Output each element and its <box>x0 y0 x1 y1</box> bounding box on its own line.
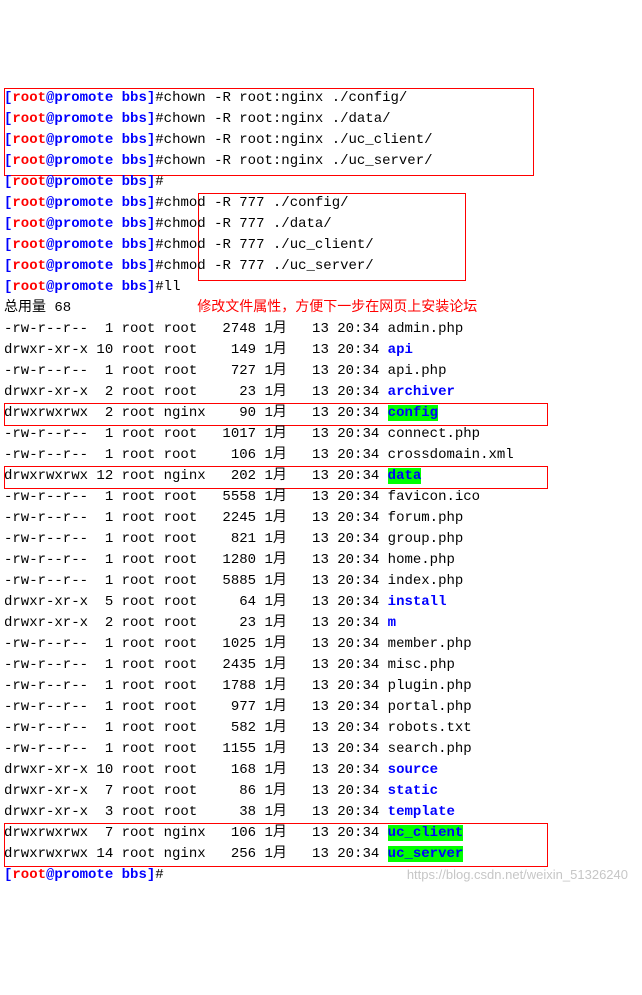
command-text: chown -R root:nginx ./uc_server/ <box>164 153 433 169</box>
listing-row: drwxr-xr-x 5 root root 64 1月 13 20:34 in… <box>4 592 638 613</box>
chown-cmd-line: [root@promote bbs]#chown -R root:nginx .… <box>4 109 638 130</box>
chmod-cmd-line: [root@promote bbs]#chmod -R 777 ./uc_cli… <box>4 235 638 256</box>
chown-cmd-line: [root@promote bbs]#chown -R root:nginx .… <box>4 88 638 109</box>
file-name: install <box>388 594 447 610</box>
empty-prompt: [root@promote bbs]# <box>4 172 638 193</box>
file-name: static <box>388 783 438 799</box>
file-name: home.php <box>388 552 455 568</box>
chmod-cmd-line: [root@promote bbs]#chmod -R 777 ./uc_ser… <box>4 256 638 277</box>
file-name: data <box>388 468 422 484</box>
file-name: portal.php <box>388 699 472 715</box>
command-text: chown -R root:nginx ./data/ <box>164 111 391 127</box>
listing-row: -rw-r--r-- 1 root root 821 1月 13 20:34 g… <box>4 529 638 550</box>
listing-row: drwxrwxrwx 14 root nginx 256 1月 13 20:34… <box>4 844 638 865</box>
file-name: robots.txt <box>388 720 472 736</box>
file-name: plugin.php <box>388 678 472 694</box>
listing-row: drwxrwxrwx 7 root nginx 106 1月 13 20:34 … <box>4 823 638 844</box>
file-name: config <box>388 405 438 421</box>
chmod-cmd-line: [root@promote bbs]#chmod -R 777 ./config… <box>4 193 638 214</box>
chmod-cmd-line: [root@promote bbs]#chmod -R 777 ./data/ <box>4 214 638 235</box>
listing-row: drwxr-xr-x 10 root root 149 1月 13 20:34 … <box>4 340 638 361</box>
command-text: chmod -R 777 ./uc_client/ <box>164 237 374 253</box>
listing-row: drwxrwxrwx 2 root nginx 90 1月 13 20:34 c… <box>4 403 638 424</box>
file-name: uc_client <box>388 825 464 841</box>
command-text: chmod -R 777 ./uc_server/ <box>164 258 374 274</box>
file-name: api.php <box>388 363 447 379</box>
listing-row: -rw-r--r-- 1 root root 2245 1月 13 20:34 … <box>4 508 638 529</box>
file-name: m <box>388 615 396 631</box>
listing-row: drwxr-xr-x 2 root root 23 1月 13 20:34 m <box>4 613 638 634</box>
file-name: index.php <box>388 573 464 589</box>
file-name: admin.php <box>388 321 464 337</box>
file-name: crossdomain.xml <box>388 447 514 463</box>
listing-row: -rw-r--r-- 1 root root 582 1月 13 20:34 r… <box>4 718 638 739</box>
command-text: ll <box>164 279 181 295</box>
file-name: source <box>388 762 438 778</box>
file-name: api <box>388 342 413 358</box>
file-name: forum.php <box>388 510 464 526</box>
listing-row: -rw-r--r-- 1 root root 5885 1月 13 20:34 … <box>4 571 638 592</box>
command-text: chmod -R 777 ./config/ <box>164 195 349 211</box>
listing-row: -rw-r--r-- 1 root root 106 1月 13 20:34 c… <box>4 445 638 466</box>
listing-row: -rw-r--r-- 1 root root 1788 1月 13 20:34 … <box>4 676 638 697</box>
ll-cmd-line: [root@promote bbs]#ll <box>4 277 638 298</box>
listing-row: -rw-r--r-- 1 root root 977 1月 13 20:34 p… <box>4 697 638 718</box>
listing-row: -rw-r--r-- 1 root root 727 1月 13 20:34 a… <box>4 361 638 382</box>
total-line: 总用量 68 修改文件属性，方便下一步在网页上安装论坛 <box>4 298 638 319</box>
listing-row: drwxr-xr-x 10 root root 168 1月 13 20:34 … <box>4 760 638 781</box>
file-name: template <box>388 804 455 820</box>
file-name: uc_server <box>388 846 464 862</box>
command-text: chmod -R 777 ./data/ <box>164 216 332 232</box>
listing-row: drwxrwxrwx 12 root nginx 202 1月 13 20:34… <box>4 466 638 487</box>
watermark-text: https://blog.csdn.net/weixin_51326240 <box>407 865 628 885</box>
listing-row: -rw-r--r-- 1 root root 2435 1月 13 20:34 … <box>4 655 638 676</box>
listing-row: -rw-r--r-- 1 root root 1155 1月 13 20:34 … <box>4 739 638 760</box>
file-name: archiver <box>388 384 455 400</box>
command-text: chown -R root:nginx ./uc_client/ <box>164 132 433 148</box>
listing-row: -rw-r--r-- 1 root root 2748 1月 13 20:34 … <box>4 319 638 340</box>
command-text: chown -R root:nginx ./config/ <box>164 90 408 106</box>
listing-row: drwxr-xr-x 3 root root 38 1月 13 20:34 te… <box>4 802 638 823</box>
annotation-text: 修改文件属性，方便下一步在网页上安装论坛 <box>197 300 477 316</box>
cursor-prompt[interactable]: [root@promote bbs]#https://blog.csdn.net… <box>4 865 638 886</box>
listing-row: -rw-r--r-- 1 root root 5558 1月 13 20:34 … <box>4 487 638 508</box>
file-name: misc.php <box>388 657 455 673</box>
file-name: search.php <box>388 741 472 757</box>
terminal-output: [root@promote bbs]# chown -R root:nginx .… <box>4 88 638 886</box>
file-name: favicon.ico <box>388 489 480 505</box>
chown-cmd-line: [root@promote bbs]#chown -R root:nginx .… <box>4 130 638 151</box>
listing-row: drwxr-xr-x 2 root root 23 1月 13 20:34 ar… <box>4 382 638 403</box>
listing-row: -rw-r--r-- 1 root root 1025 1月 13 20:34 … <box>4 634 638 655</box>
file-name: member.php <box>388 636 472 652</box>
file-name: group.php <box>388 531 464 547</box>
listing-row: -rw-r--r-- 1 root root 1280 1月 13 20:34 … <box>4 550 638 571</box>
listing-row: drwxr-xr-x 7 root root 86 1月 13 20:34 st… <box>4 781 638 802</box>
listing-row: -rw-r--r-- 1 root root 1017 1月 13 20:34 … <box>4 424 638 445</box>
file-listing: -rw-r--r-- 1 root root 2748 1月 13 20:34 … <box>4 319 638 865</box>
chown-cmd-line: [root@promote bbs]#chown -R root:nginx .… <box>4 151 638 172</box>
file-name: connect.php <box>388 426 480 442</box>
